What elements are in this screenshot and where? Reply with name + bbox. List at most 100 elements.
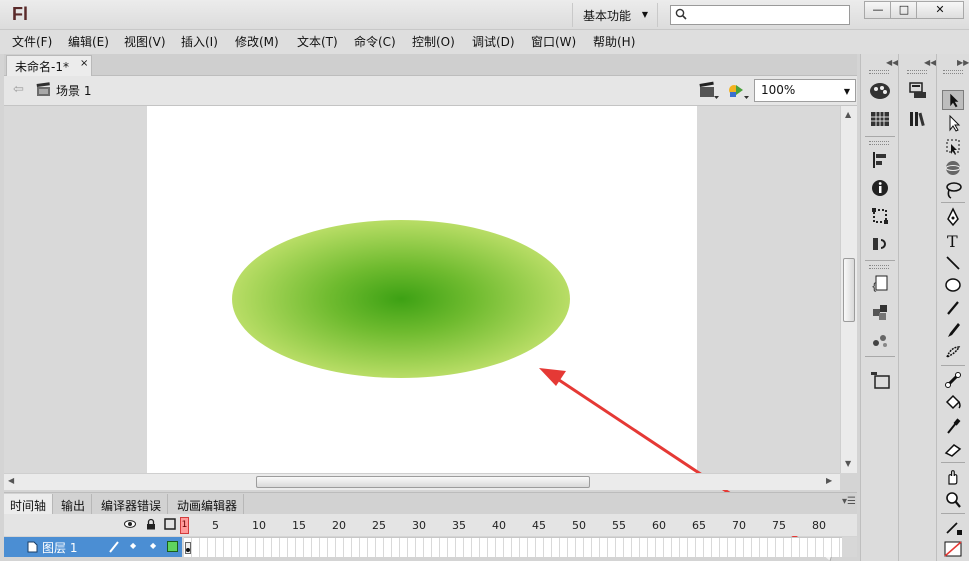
- pasteboard[interactable]: [4, 106, 840, 473]
- playhead-marker[interactable]: 1: [180, 517, 189, 534]
- visibility-dot-icon[interactable]: ◆: [130, 541, 136, 550]
- eraser-tool[interactable]: [942, 439, 964, 459]
- menu-help[interactable]: 帮助(H): [590, 30, 638, 54]
- components-icon[interactable]: [867, 300, 893, 324]
- text-tool[interactable]: T: [942, 230, 964, 250]
- line-tool[interactable]: [942, 253, 964, 273]
- workspace-label: 基本功能: [583, 9, 632, 23]
- brush-tool[interactable]: [942, 320, 964, 340]
- hand-tool[interactable]: [942, 467, 964, 487]
- menu-debug[interactable]: 调试(D): [469, 30, 518, 54]
- expand-tools-icon[interactable]: ▶▶: [957, 58, 969, 67]
- separator: [941, 462, 965, 463]
- scroll-right-icon[interactable]: ▶: [826, 476, 832, 485]
- swatches-grid-icon[interactable]: [867, 107, 893, 131]
- pen-tool[interactable]: [942, 207, 964, 227]
- properties-icon[interactable]: [905, 79, 931, 103]
- menu-insert[interactable]: 插入(I): [178, 30, 221, 54]
- tab-output[interactable]: 输出: [55, 494, 93, 515]
- frame-number: 55: [612, 519, 626, 532]
- horizontal-scrollbar[interactable]: ◀ ▶: [4, 473, 840, 490]
- align-icon[interactable]: [867, 148, 893, 172]
- lasso-tool[interactable]: [942, 180, 964, 200]
- back-arrow-icon[interactable]: ⇦: [13, 82, 24, 97]
- panel-grip[interactable]: [869, 265, 889, 269]
- layer-name[interactable]: 图层 1: [42, 539, 77, 556]
- horizontal-scroll-thumb[interactable]: [256, 476, 590, 488]
- search-icon: [675, 8, 687, 20]
- document-tab[interactable]: 未命名-1* ×: [6, 55, 92, 76]
- color-swatch-icon[interactable]: [867, 79, 893, 103]
- menu-modify[interactable]: 修改(M): [232, 30, 282, 54]
- library-folder-icon[interactable]: [867, 368, 893, 392]
- help-search-input[interactable]: [670, 5, 850, 25]
- panel-grip[interactable]: [869, 70, 889, 74]
- close-window-button[interactable]: ✕: [916, 1, 964, 19]
- deco-tool[interactable]: [942, 342, 964, 362]
- panel-grip[interactable]: [943, 70, 963, 74]
- stroke-color-tool[interactable]: [942, 518, 964, 538]
- close-icon[interactable]: ×: [80, 58, 88, 69]
- paint-bucket-tool[interactable]: [942, 393, 964, 413]
- edit-symbols-icon[interactable]: [726, 81, 750, 101]
- separator: [865, 260, 895, 261]
- outline-icon[interactable]: [164, 518, 176, 530]
- collapse-panels-icon[interactable]: ◀◀: [924, 58, 936, 67]
- panel-grip[interactable]: [907, 70, 927, 74]
- menu-command[interactable]: 命令(C): [351, 30, 399, 54]
- scroll-up-icon[interactable]: ▲: [845, 110, 851, 119]
- behaviors-icon[interactable]: [867, 328, 893, 352]
- gradient-ellipse-shape[interactable]: [232, 220, 570, 378]
- scroll-down-icon[interactable]: ▼: [845, 459, 851, 468]
- lock-dot-icon[interactable]: ◆: [150, 541, 156, 550]
- tab-timeline[interactable]: 时间轴: [4, 494, 54, 515]
- lock-icon[interactable]: [145, 518, 157, 530]
- bone-tool[interactable]: [942, 370, 964, 390]
- vertical-scrollbar[interactable]: ▲ ▼: [840, 106, 857, 473]
- fill-color-tool[interactable]: [942, 539, 964, 559]
- panel-grip[interactable]: [869, 141, 889, 145]
- edit-scene-icon[interactable]: [698, 81, 720, 101]
- separator: [941, 365, 965, 366]
- frame-strip[interactable]: [184, 537, 842, 557]
- tab-motion-editor[interactable]: 动画编辑器: [171, 494, 245, 515]
- layer-outline-color-icon[interactable]: [167, 541, 178, 552]
- maximize-button[interactable]: □: [890, 1, 918, 19]
- document-tab-title: 未命名-1*: [15, 60, 69, 74]
- eye-icon[interactable]: [124, 518, 136, 530]
- menu-text[interactable]: 文本(T): [294, 30, 341, 54]
- title-bar: Fl 基本功能 ▼ — □ ✕: [0, 0, 969, 30]
- motion-presets-icon[interactable]: [867, 232, 893, 256]
- library-icon[interactable]: [905, 107, 931, 131]
- panel-menu-icon[interactable]: ▾☰: [842, 496, 856, 507]
- minimize-button[interactable]: —: [864, 1, 892, 19]
- info-icon[interactable]: [867, 176, 893, 200]
- workspace-switcher[interactable]: 基本功能 ▼: [572, 3, 658, 27]
- stage[interactable]: [147, 106, 697, 473]
- subselection-tool[interactable]: [942, 113, 964, 133]
- timeline-layer-row[interactable]: 图层 1 ◆ ◆: [4, 537, 857, 557]
- frame-number: 5: [212, 519, 219, 532]
- layer-info[interactable]: 图层 1 ◆ ◆: [4, 537, 182, 557]
- pencil-icon[interactable]: [108, 540, 120, 554]
- selection-tool[interactable]: [942, 90, 964, 110]
- vertical-scroll-thumb[interactable]: [843, 258, 855, 322]
- oval-tool[interactable]: [942, 275, 964, 295]
- free-transform-tool[interactable]: [942, 136, 964, 156]
- menu-file[interactable]: 文件(F): [9, 30, 55, 54]
- menu-edit[interactable]: 编辑(E): [65, 30, 112, 54]
- menu-view[interactable]: 视图(V): [121, 30, 169, 54]
- panel-dock-1: ◀◀ {: [860, 54, 898, 561]
- zoom-tool[interactable]: [942, 490, 964, 510]
- pencil-tool[interactable]: [942, 298, 964, 318]
- transform-icon[interactable]: [867, 204, 893, 228]
- scroll-left-icon[interactable]: ◀: [8, 476, 14, 485]
- eyedropper-tool[interactable]: [942, 416, 964, 436]
- collapse-panels-icon[interactable]: ◀◀: [886, 58, 898, 67]
- menu-window[interactable]: 窗口(W): [528, 30, 579, 54]
- 3d-rotation-tool[interactable]: [942, 158, 964, 178]
- code-snippets-icon[interactable]: {: [867, 272, 893, 296]
- tab-compiler-errors[interactable]: 编译器错误: [95, 494, 169, 515]
- menu-control[interactable]: 控制(O): [409, 30, 458, 54]
- zoom-select[interactable]: 100% ▼: [754, 79, 856, 102]
